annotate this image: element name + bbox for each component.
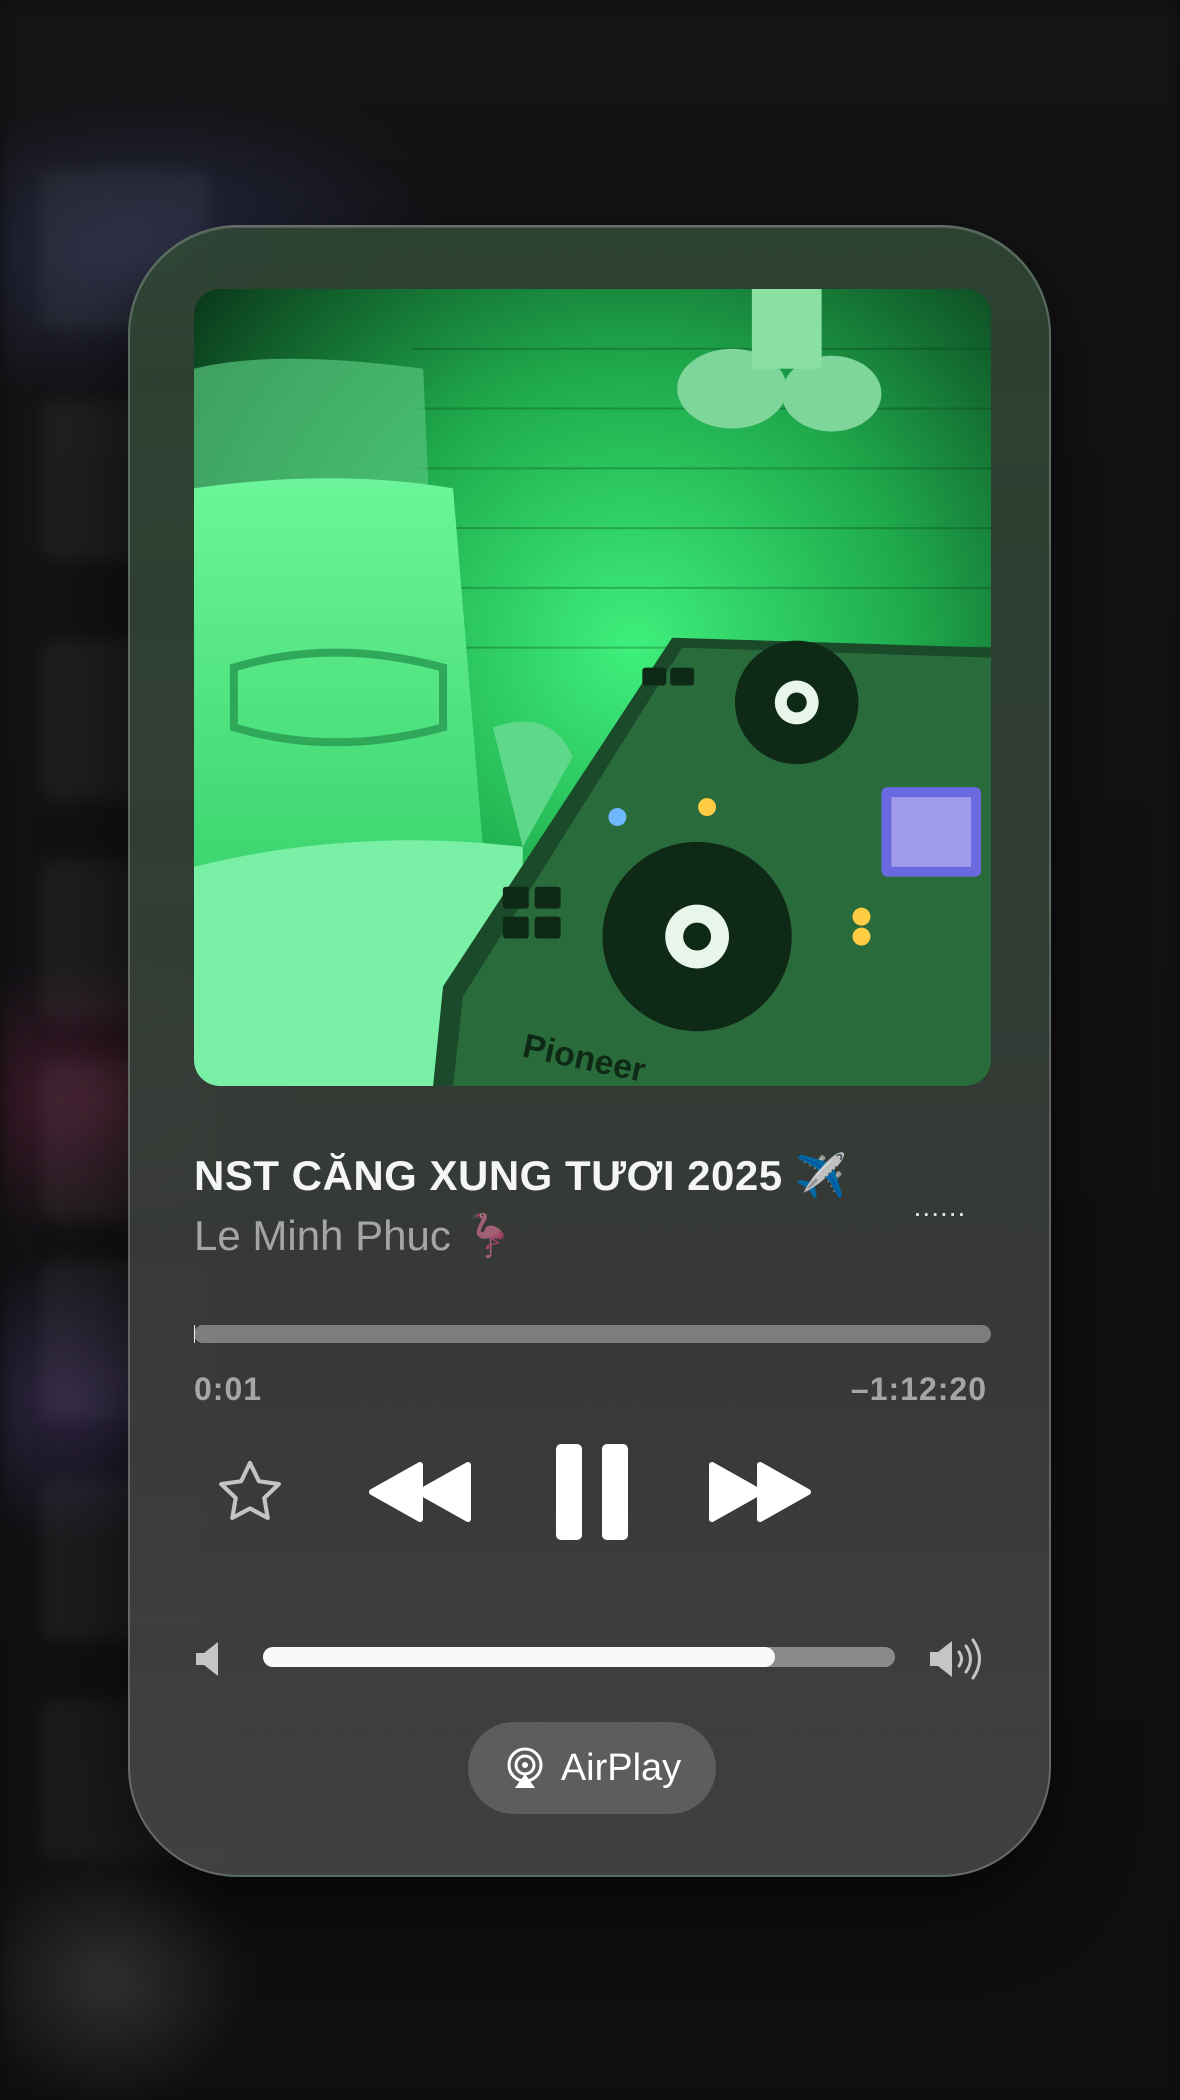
pause-icon	[556, 1444, 628, 1540]
more-options-button[interactable]: ......	[900, 1187, 980, 1227]
elapsed-time: 0:01	[194, 1371, 263, 1407]
playback-scrubber[interactable]	[194, 1325, 991, 1343]
favorite-button[interactable]	[210, 1452, 290, 1532]
volume-slider[interactable]	[263, 1647, 895, 1667]
speaker-low-icon	[194, 1639, 224, 1684]
previous-button[interactable]	[366, 1452, 476, 1532]
airplay-button[interactable]: AirPlay	[468, 1722, 716, 1814]
volume-level-fill	[263, 1647, 775, 1667]
speaker-high-icon	[928, 1637, 988, 1686]
rewind-icon	[369, 1462, 471, 1522]
pause-button[interactable]	[542, 1437, 642, 1547]
fast-forward-icon	[709, 1462, 811, 1522]
next-button[interactable]	[704, 1452, 814, 1532]
remaining-time: –1:12:20	[850, 1371, 987, 1407]
airplay-label: AirPlay	[560, 1746, 682, 1789]
transport-controls	[130, 1437, 1053, 1547]
track-artist[interactable]: Le Minh Phuc 🦩	[194, 1212, 794, 1261]
album-artwork: Pioneer	[194, 289, 991, 1086]
now-playing-card: Pioneer NST CĂNG XUNG TƯƠI 2025 ✈️ Le Mi…	[128, 225, 1051, 1877]
airplay-icon	[507, 1747, 543, 1788]
track-title: NST CĂNG XUNG TƯƠI 2025 ✈️	[194, 1152, 848, 1199]
star-icon	[219, 1460, 281, 1521]
